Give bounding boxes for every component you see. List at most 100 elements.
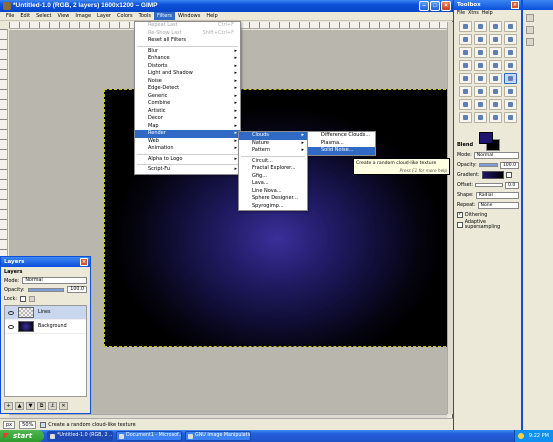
unit-select[interactable]: px xyxy=(3,420,16,429)
menu-item-noise[interactable]: Noise ▸ xyxy=(135,78,240,86)
taskbar-button[interactable]: GNU Image Manipulatio... xyxy=(185,431,251,441)
menu-item-fractal-explorer[interactable]: Fractal Explorer... xyxy=(239,165,307,173)
scale-icon[interactable] xyxy=(474,60,487,71)
menu-help[interactable]: Help xyxy=(203,12,220,20)
smudge-icon[interactable] xyxy=(459,112,472,123)
anchor-layer-button[interactable]: ⚓ xyxy=(48,402,57,410)
menu-item-line-nova[interactable]: Line Nova... xyxy=(239,188,307,196)
crop-icon[interactable] xyxy=(504,47,517,58)
offset-value[interactable]: 0.0 xyxy=(505,181,519,189)
dodge-burn-icon[interactable] xyxy=(474,112,487,123)
tray-icon[interactable] xyxy=(517,433,524,439)
menu-colors[interactable]: Colors xyxy=(114,12,136,20)
rect-select-icon[interactable] xyxy=(459,21,472,32)
menu-view[interactable]: View xyxy=(55,12,73,20)
duplicate-layer-button[interactable]: ⧉ xyxy=(37,402,46,410)
measure-icon[interactable] xyxy=(474,47,487,58)
convolve-icon[interactable] xyxy=(489,112,502,123)
toolbox-close-button[interactable]: × xyxy=(511,1,519,9)
flip-icon[interactable] xyxy=(459,73,472,84)
bucket-fill-icon[interactable] xyxy=(489,73,502,84)
raise-layer-button[interactable]: ▲ xyxy=(15,402,24,410)
perspective-icon[interactable] xyxy=(504,60,517,71)
close-button[interactable]: × xyxy=(441,1,451,11)
image-window-titlebar[interactable]: *Untitled-1.0 (RGB, 2 layers) 1600x1200 … xyxy=(0,0,453,12)
menu-item-lava[interactable]: Lava... xyxy=(239,180,307,188)
lower-layer-button[interactable]: ▼ xyxy=(26,402,35,410)
menu-file[interactable]: File xyxy=(3,12,17,20)
new-layer-button[interactable]: + xyxy=(4,402,13,410)
text-icon[interactable] xyxy=(474,73,487,84)
layer-opacity-value[interactable]: 100.0 xyxy=(67,286,87,293)
toolbox-titlebar[interactable]: Toolbox × xyxy=(454,0,521,10)
menu-item-distorts[interactable]: Distorts ▸ xyxy=(135,63,240,71)
menu-layer[interactable]: Layer xyxy=(94,12,114,20)
menu-select[interactable]: Select xyxy=(33,12,54,20)
dock-button[interactable] xyxy=(526,26,534,34)
repeat-select[interactable]: None xyxy=(477,201,519,209)
rotate-icon[interactable] xyxy=(459,60,472,71)
layers-tab-label[interactable]: Layers xyxy=(4,269,23,275)
menu-item-re-show-last[interactable]: Re-Show Last Shift+Ctrl+F xyxy=(135,30,240,38)
visibility-eye-icon[interactable] xyxy=(8,310,14,315)
menu-item-blur[interactable]: Blur ▸ xyxy=(135,48,240,56)
layer-row[interactable]: Background xyxy=(5,320,86,334)
menu-item-solid-noise[interactable]: Solid Noise... xyxy=(308,147,375,155)
fuzzy-select-icon[interactable] xyxy=(504,21,517,32)
layers-dock-titlebar[interactable]: Layers × xyxy=(1,257,90,267)
menu-item-light-and-shadow[interactable]: Light and Shadow ▸ xyxy=(135,70,240,78)
lock-pixels-icon[interactable] xyxy=(29,295,36,302)
adaptive-supersampling-checkbox[interactable] xyxy=(457,222,463,228)
visibility-eye-icon[interactable] xyxy=(8,324,14,329)
ellipse-select-icon[interactable] xyxy=(474,21,487,32)
layer-opacity-slider[interactable] xyxy=(27,287,65,292)
menu-item-sphere-designer[interactable]: Sphere Designer... xyxy=(239,195,307,203)
menu-edit[interactable]: Edit xyxy=(17,12,33,20)
paths-icon[interactable] xyxy=(489,34,502,45)
pencil-icon[interactable] xyxy=(459,86,472,97)
perspective-clone-icon[interactable] xyxy=(504,99,517,110)
heal-icon[interactable] xyxy=(489,99,502,110)
toolbox-menu-xtns[interactable]: Xtns xyxy=(468,11,479,17)
menu-item-animation[interactable]: Animation ▸ xyxy=(135,145,240,153)
layer-mode-select[interactable]: Normal xyxy=(22,277,87,284)
menu-item-gfig[interactable]: Gfig... xyxy=(239,173,307,181)
foreground-color-swatch[interactable] xyxy=(479,132,493,144)
menu-item-alpha-to-logo[interactable]: Alpha to Logo ▸ xyxy=(135,156,240,164)
menu-item-render[interactable]: Render ▸ xyxy=(135,130,240,138)
menu-item-difference-clouds[interactable]: Difference Clouds... xyxy=(308,132,375,140)
dock-button[interactable] xyxy=(526,38,534,46)
ink-icon[interactable] xyxy=(459,99,472,110)
menu-filters[interactable]: Filters xyxy=(154,12,175,20)
lock-alpha-checkbox[interactable] xyxy=(20,295,27,302)
toolbox-menu-help[interactable]: Help xyxy=(482,11,493,17)
dock-button[interactable] xyxy=(526,14,534,22)
menu-item-spyrogimp[interactable]: Spyrogimp... xyxy=(239,203,307,211)
blend-icon[interactable] xyxy=(504,73,517,84)
secondary-dock-titlebar[interactable] xyxy=(523,0,553,10)
maximize-button[interactable]: □ xyxy=(430,1,440,11)
menu-image[interactable]: Image xyxy=(72,12,94,20)
shape-select[interactable]: Radial xyxy=(475,191,519,199)
start-button[interactable]: start xyxy=(0,430,44,442)
menu-item-web[interactable]: Web ▸ xyxy=(135,138,240,146)
dithering-checkbox[interactable] xyxy=(457,211,463,218)
menu-item-combine[interactable]: Combine ▸ xyxy=(135,100,240,108)
menu-item-repeat-last[interactable]: Repeat Last Ctrl+F xyxy=(135,22,240,30)
airbrush-icon[interactable] xyxy=(504,86,517,97)
clone-icon[interactable] xyxy=(474,99,487,110)
menu-item-pattern[interactable]: Pattern ▸ xyxy=(239,147,307,155)
zoom-select[interactable]: 50% xyxy=(19,420,37,429)
menu-item-decor[interactable]: Decor ▸ xyxy=(135,115,240,123)
taskbar-button[interactable]: Document1 - Microsof... xyxy=(116,431,182,441)
shear-icon[interactable] xyxy=(489,60,502,71)
move-icon[interactable] xyxy=(489,47,502,58)
offset-slider[interactable] xyxy=(475,183,503,187)
menu-item-script-fu[interactable]: Script-Fu ▸ xyxy=(135,166,240,174)
color-select-icon[interactable] xyxy=(459,34,472,45)
menu-item-nature[interactable]: Nature ▸ xyxy=(239,140,307,148)
menu-windows[interactable]: Windows xyxy=(175,12,203,20)
delete-layer-button[interactable]: ✕ xyxy=(59,402,68,410)
scissors-icon[interactable] xyxy=(474,34,487,45)
zoom-icon[interactable] xyxy=(459,47,472,58)
